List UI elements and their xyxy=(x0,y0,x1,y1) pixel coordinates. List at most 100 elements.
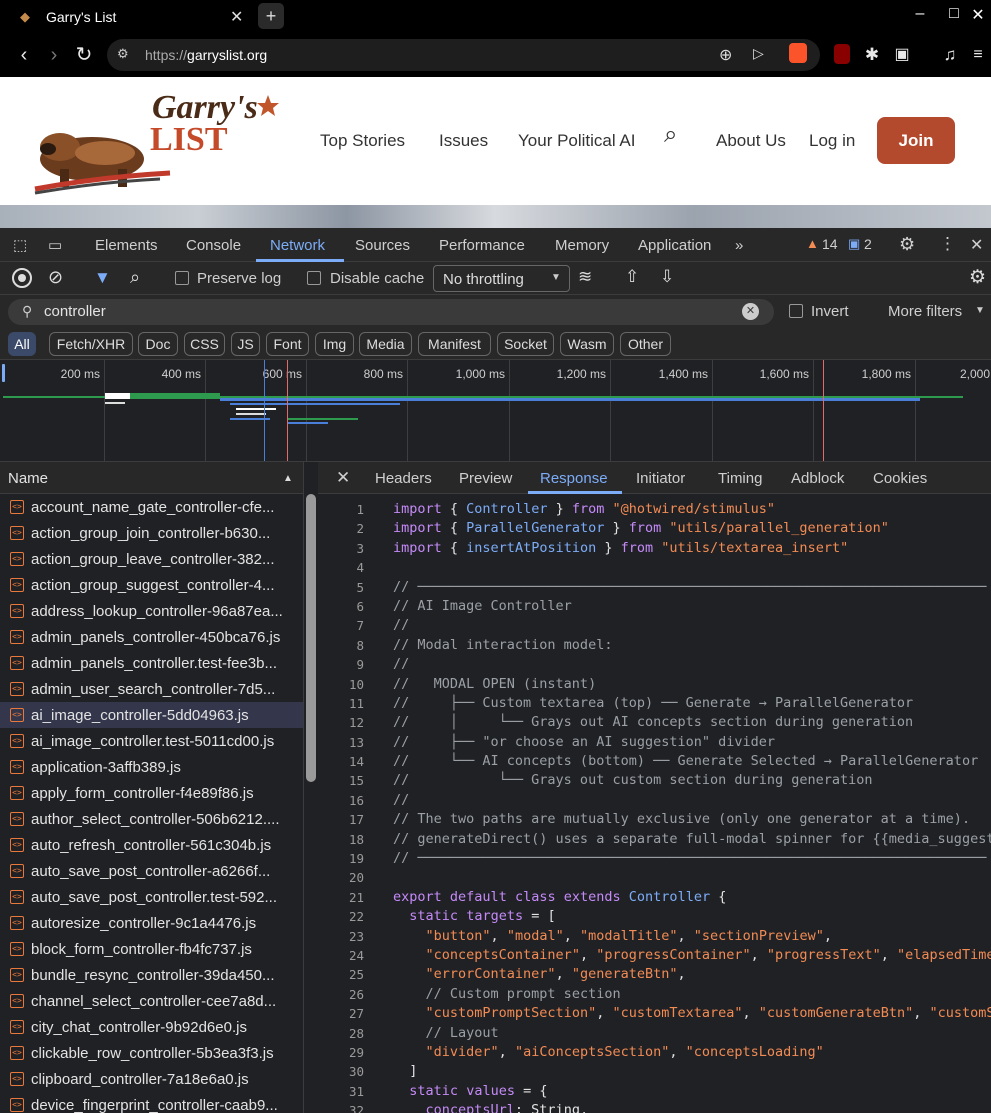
request-row[interactable]: <> city_chat_controller-9b92d6e0.js xyxy=(0,1014,303,1040)
type-all[interactable]: All xyxy=(8,332,36,356)
tab-application[interactable]: Application xyxy=(638,237,711,254)
tab-performance[interactable]: Performance xyxy=(439,237,525,254)
disable-cache-checkbox[interactable] xyxy=(307,271,321,285)
warning-icon[interactable]: ▲ xyxy=(806,236,819,251)
maximize-icon[interactable]: □ xyxy=(944,5,964,23)
request-row[interactable]: <> application-3affb389.js xyxy=(0,754,303,780)
reader-mode-icon[interactable]: ▣ xyxy=(890,43,914,67)
minimize-icon[interactable]: – xyxy=(910,5,930,23)
extensions-icon[interactable]: ✱ xyxy=(860,43,884,67)
request-row[interactable]: <> account_name_gate_controller-cfe... xyxy=(0,494,303,520)
device-toolbar-icon[interactable]: ▭ xyxy=(48,236,62,254)
filter-input[interactable]: ⚲ controller ✕ xyxy=(8,299,774,325)
search-icon[interactable]: ⌕ xyxy=(664,121,677,149)
browser-tab[interactable]: ◆ Garry's List ✕ xyxy=(8,0,252,33)
export-har-icon[interactable]: ⇩ xyxy=(660,267,674,287)
overview-handle[interactable] xyxy=(2,364,5,382)
request-row[interactable]: <> bundle_resync_controller-39da450... xyxy=(0,962,303,988)
tab-preview[interactable]: Preview xyxy=(459,470,512,487)
tab-headers[interactable]: Headers xyxy=(375,470,432,487)
request-row[interactable]: <> device_fingerprint_controller-caab9... xyxy=(0,1092,303,1113)
reload-icon[interactable]: ↻ xyxy=(72,43,96,67)
site-settings-icon[interactable]: ⚙ xyxy=(117,46,129,62)
tab-initiator[interactable]: Initiator xyxy=(636,470,685,487)
request-row[interactable]: <> admin_panels_controller.test-fee3b... xyxy=(0,650,303,676)
network-overview-timeline[interactable]: 200 ms 400 ms 600 ms 800 ms 1,000 ms 1,2… xyxy=(0,360,991,462)
request-row[interactable]: <> address_lookup_controller-96a87ea... xyxy=(0,598,303,624)
brave-shield-icon[interactable] xyxy=(789,43,807,63)
request-row[interactable]: <> clickable_row_controller-5b3ea3f3.js xyxy=(0,1040,303,1066)
scrollbar-thumb[interactable] xyxy=(306,494,316,782)
nav-top-stories[interactable]: Top Stories xyxy=(320,131,405,151)
type-css[interactable]: CSS xyxy=(184,332,225,356)
request-row[interactable]: <> auto_save_post_controller.test-592... xyxy=(0,884,303,910)
nav-political-ai[interactable]: Your Political AI xyxy=(518,131,636,151)
tab-network[interactable]: Network xyxy=(270,237,325,254)
type-other[interactable]: Other xyxy=(620,332,671,356)
request-row[interactable]: <> auto_refresh_controller-561c304b.js xyxy=(0,832,303,858)
request-row[interactable]: <> clipboard_controller-7a18e6a0.js xyxy=(0,1066,303,1092)
tab-close-icon[interactable]: ✕ xyxy=(230,7,252,27)
tab-timing[interactable]: Timing xyxy=(718,470,762,487)
nav-log-in[interactable]: Log in xyxy=(809,131,855,151)
clear-filter-icon[interactable]: ✕ xyxy=(742,303,759,320)
preserve-log-checkbox[interactable] xyxy=(175,271,189,285)
filter-icon[interactable]: ▼ xyxy=(94,268,111,288)
tab-console[interactable]: Console xyxy=(186,237,241,254)
nav-about-us[interactable]: About Us xyxy=(716,131,786,151)
media-icon[interactable]: ♫ xyxy=(938,43,962,67)
type-fetch-xhr[interactable]: Fetch/XHR xyxy=(49,332,133,356)
tab-adblock[interactable]: Adblock xyxy=(791,470,844,487)
request-row[interactable]: <> apply_form_controller-f4e89f86.js xyxy=(0,780,303,806)
more-tabs-icon[interactable]: » xyxy=(735,237,743,254)
back-icon[interactable]: ‹ xyxy=(12,43,36,67)
invert-checkbox[interactable] xyxy=(789,304,803,318)
address-bar[interactable]: ⚙ https://garryslist.org ⊕ ▷ xyxy=(107,39,820,71)
request-row[interactable]: <> admin_user_search_controller-7d5... xyxy=(0,676,303,702)
type-js[interactable]: JS xyxy=(231,332,260,356)
search-network-icon[interactable]: ⌕ xyxy=(130,267,140,288)
message-icon[interactable]: ▣ xyxy=(848,236,860,252)
devtools-settings-icon[interactable]: ⚙ xyxy=(899,234,915,255)
share-icon[interactable]: ▷ xyxy=(753,45,764,62)
ublock-icon[interactable] xyxy=(834,44,850,64)
new-tab-button[interactable]: + xyxy=(258,3,284,29)
type-font[interactable]: Font xyxy=(266,332,309,356)
network-conditions-icon[interactable]: ≋ xyxy=(578,267,592,287)
request-row[interactable]: <> block_form_controller-fb4fc737.js xyxy=(0,936,303,962)
zoom-icon[interactable]: ⊕ xyxy=(719,45,732,65)
request-row[interactable]: <> autoresize_controller-9c1a4476.js xyxy=(0,910,303,936)
request-row[interactable]: <> action_group_leave_controller-382... xyxy=(0,546,303,572)
request-row[interactable]: <> action_group_suggest_controller-4... xyxy=(0,572,303,598)
type-img[interactable]: Img xyxy=(315,332,354,356)
window-close-icon[interactable]: ✕ xyxy=(968,5,988,25)
name-column-header[interactable]: Name ▲ xyxy=(0,462,304,494)
type-wasm[interactable]: Wasm xyxy=(560,332,614,356)
tab-response[interactable]: Response xyxy=(540,470,608,487)
import-har-icon[interactable]: ⇧ xyxy=(625,267,639,287)
menu-icon[interactable]: ≡ xyxy=(966,43,990,67)
request-row[interactable]: <> ai_image_controller.test-5011cd00.js xyxy=(0,728,303,754)
request-row[interactable]: <> admin_panels_controller-450bca76.js xyxy=(0,624,303,650)
forward-icon[interactable]: › xyxy=(42,43,66,67)
request-row[interactable]: <> channel_select_controller-cee7a8d... xyxy=(0,988,303,1014)
nav-issues[interactable]: Issues xyxy=(439,131,488,151)
tab-elements[interactable]: Elements xyxy=(95,237,158,254)
type-socket[interactable]: Socket xyxy=(497,332,554,356)
request-row[interactable]: <> action_group_join_controller-b630... xyxy=(0,520,303,546)
type-manifest[interactable]: Manifest xyxy=(418,332,491,356)
request-row[interactable]: <> ai_image_controller-5dd04963.js xyxy=(0,702,303,728)
network-settings-icon[interactable]: ⚙ xyxy=(969,266,986,289)
response-source-view[interactable]: 1 import { Controller } from "@hotwired/s… xyxy=(318,494,991,1113)
record-icon[interactable] xyxy=(12,268,32,288)
devtools-close-icon[interactable]: ✕ xyxy=(970,235,983,255)
throttling-select[interactable]: No throttling ▼ xyxy=(433,265,570,292)
inspect-element-icon[interactable]: ⬚ xyxy=(13,236,27,254)
tab-memory[interactable]: Memory xyxy=(555,237,609,254)
devtools-menu-icon[interactable]: ⋮ xyxy=(939,234,956,254)
tab-cookies[interactable]: Cookies xyxy=(873,470,927,487)
tab-sources[interactable]: Sources xyxy=(355,237,410,254)
request-row[interactable]: <> auto_save_post_controller-a6266f... xyxy=(0,858,303,884)
request-row[interactable]: <> author_select_controller-506b6212.... xyxy=(0,806,303,832)
type-doc[interactable]: Doc xyxy=(138,332,178,356)
